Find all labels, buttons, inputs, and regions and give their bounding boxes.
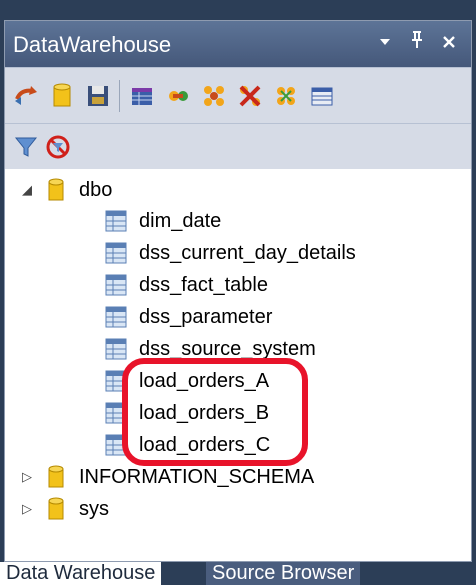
panel-tab-strip: Data Warehouse Source Browser xyxy=(0,562,476,585)
schema-icon xyxy=(48,178,64,201)
table-icon xyxy=(105,274,127,296)
table-icon xyxy=(105,338,127,360)
tree-item-label: dss_fact_table xyxy=(139,273,268,296)
collapsed-arrow-icon[interactable]: ▷ xyxy=(19,469,35,485)
object-tree: ◢ dbo dim_date dss_current_day_details d… xyxy=(5,169,471,539)
table-icon xyxy=(105,306,127,328)
tab-data-warehouse[interactable]: Data Warehouse xyxy=(0,562,162,585)
tree-node-label: dbo xyxy=(79,178,113,201)
table-icon xyxy=(105,210,127,232)
highlight-annotation xyxy=(122,358,308,466)
table-icon xyxy=(105,242,127,264)
tree-item-table[interactable]: dss_fact_table xyxy=(103,270,268,300)
toolbar-separator xyxy=(119,80,120,112)
tree-node-label: INFORMATION_SCHEMA xyxy=(79,465,315,488)
toolbar-filter xyxy=(5,123,471,170)
tree-node-label: sys xyxy=(79,497,109,520)
tree-item-label: dim_date xyxy=(139,209,222,232)
collapsed-arrow-icon[interactable]: ▷ xyxy=(19,501,35,517)
schema-icon xyxy=(48,497,64,520)
remove-join-icon[interactable] xyxy=(237,83,263,109)
pin-icon[interactable] xyxy=(403,27,431,59)
tree-node-sys[interactable]: ▷ sys xyxy=(19,494,109,524)
panel-title-bar: DataWarehouse xyxy=(5,21,471,67)
clear-filter-icon[interactable] xyxy=(45,134,71,160)
panel-title: DataWarehouse xyxy=(13,32,172,57)
tree-item-label: dss_current_day_details xyxy=(139,241,356,264)
close-icon[interactable] xyxy=(435,27,463,59)
relationship-icon[interactable] xyxy=(165,83,191,109)
dropdown-icon[interactable] xyxy=(371,27,399,59)
datawarehouse-panel: DataWarehouse ◢ dbo dim_date dss_current… xyxy=(4,20,472,562)
tab-source-browser[interactable]: Source Browser xyxy=(206,562,361,585)
tree-item-label: dss_parameter xyxy=(139,305,273,328)
grid-icon[interactable] xyxy=(309,83,335,109)
save-icon[interactable] xyxy=(85,83,111,109)
join-icon[interactable] xyxy=(201,83,227,109)
tree-item-table[interactable]: dss_parameter xyxy=(103,302,272,332)
database-icon[interactable] xyxy=(49,83,75,109)
filter-icon[interactable] xyxy=(13,134,39,160)
link-icon[interactable] xyxy=(273,83,299,109)
tree-item-table[interactable]: dim_date xyxy=(103,206,221,236)
refresh-icon[interactable] xyxy=(13,83,39,109)
toolbar-main xyxy=(5,67,471,124)
tree-node-dbo[interactable]: ◢ dbo xyxy=(19,175,112,205)
schema-icon xyxy=(48,465,64,488)
tree-item-table[interactable]: dss_current_day_details xyxy=(103,238,356,268)
table-icon[interactable] xyxy=(129,83,155,109)
expanded-arrow-icon[interactable]: ◢ xyxy=(19,182,35,198)
tree-node-information-schema[interactable]: ▷ INFORMATION_SCHEMA xyxy=(19,462,314,492)
